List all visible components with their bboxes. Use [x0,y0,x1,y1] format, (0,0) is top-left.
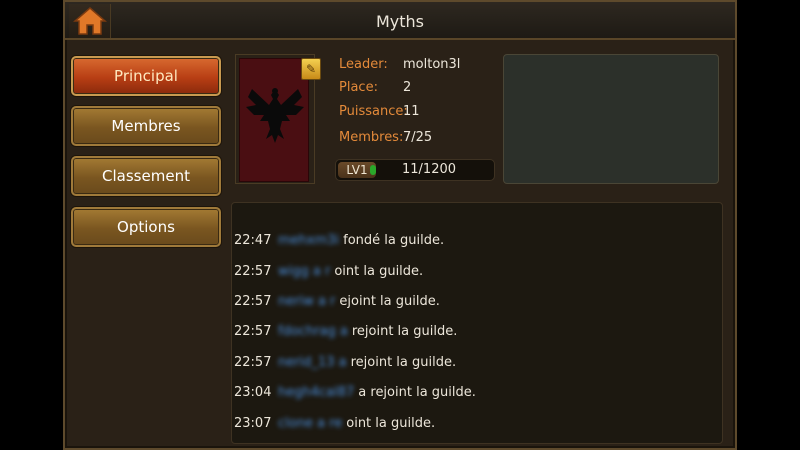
log-time: 22:47 [234,233,272,248]
log-player-name[interactable]: neriw a r [278,294,335,309]
log-time: 23:04 [234,385,272,400]
guild-banner[interactable] [239,58,309,182]
guild-description-box[interactable] [503,54,719,184]
log-message: fondé la guilde. [343,233,445,248]
guild-xp-bar: LV1 11/1200 [335,159,495,181]
log-message: oint la guilde. [346,416,436,431]
tab-options[interactable]: Options [71,207,221,247]
log-message: ejoint la guilde. [339,294,440,309]
power-label: Puissance: [339,104,408,119]
log-player-name[interactable]: clone a re [278,416,342,431]
log-message: rejoint la guilde. [351,324,458,339]
log-entry: 23:07 clone a re oint la guilde. [234,416,435,431]
guild-window: Myths Principal Membres Classement Optio… [63,0,737,450]
log-time: 23:07 [234,416,272,431]
tab-label: Principal [114,67,178,85]
log-message: rejoint la guilde. [350,355,457,370]
members-value: 7/25 [403,130,433,145]
tab-label: Membres [111,117,181,135]
leader-label: Leader: [339,57,388,72]
guild-title: Myths [375,12,425,31]
log-entry: 22:57 neriw a r ejoint la guilde. [234,294,440,309]
log-time: 22:57 [234,294,272,309]
tab-membres[interactable]: Membres [71,106,221,146]
edit-icon[interactable]: ✎ [301,58,321,80]
tab-classement[interactable]: Classement [71,156,221,196]
tab-label: Classement [102,167,190,185]
tab-principal[interactable]: Principal [71,56,221,96]
log-entry: 23:04 hegh4cal87 a rejoint la guilde. [234,385,476,400]
xp-text: 11/1200 [402,162,457,177]
xp-fill [370,165,376,175]
place-label: Place: [339,80,378,95]
log-message: a rejoint la guilde. [358,385,476,400]
header-bar: Myths [65,2,735,40]
log-time: 22:57 [234,324,272,339]
guild-log: 22:47 mehxm3i fondé la guilde. 22:57 wigg a … [231,202,723,444]
power-value: 11 [403,104,420,119]
log-entry: 22:57 wigg a r oint la guilde. [234,264,423,279]
log-entry: 22:57 nerid_13 a rejoint la guilde. [234,355,456,370]
log-time: 22:57 [234,355,272,370]
place-value: 2 [403,80,412,95]
log-entry: 22:57 fdochrag a rejoint la guilde. [234,324,457,339]
log-player-name[interactable]: hegh4cal87 [278,385,354,400]
log-player-name[interactable]: nerid_13 a [278,355,347,370]
tab-label: Options [117,218,175,236]
log-message: oint la guilde. [334,264,424,279]
log-player-name[interactable]: wigg a r [278,264,330,279]
members-label: Membres: [339,130,404,145]
log-entry: 22:47 mehxm3i fondé la guilde. [234,233,444,248]
log-player-name[interactable]: mehxm3i [278,233,339,248]
log-player-name[interactable]: fdochrag a [278,324,348,339]
log-time: 22:57 [234,264,272,279]
leader-value: molton3l [403,57,461,72]
eagle-emblem-icon [246,88,304,143]
